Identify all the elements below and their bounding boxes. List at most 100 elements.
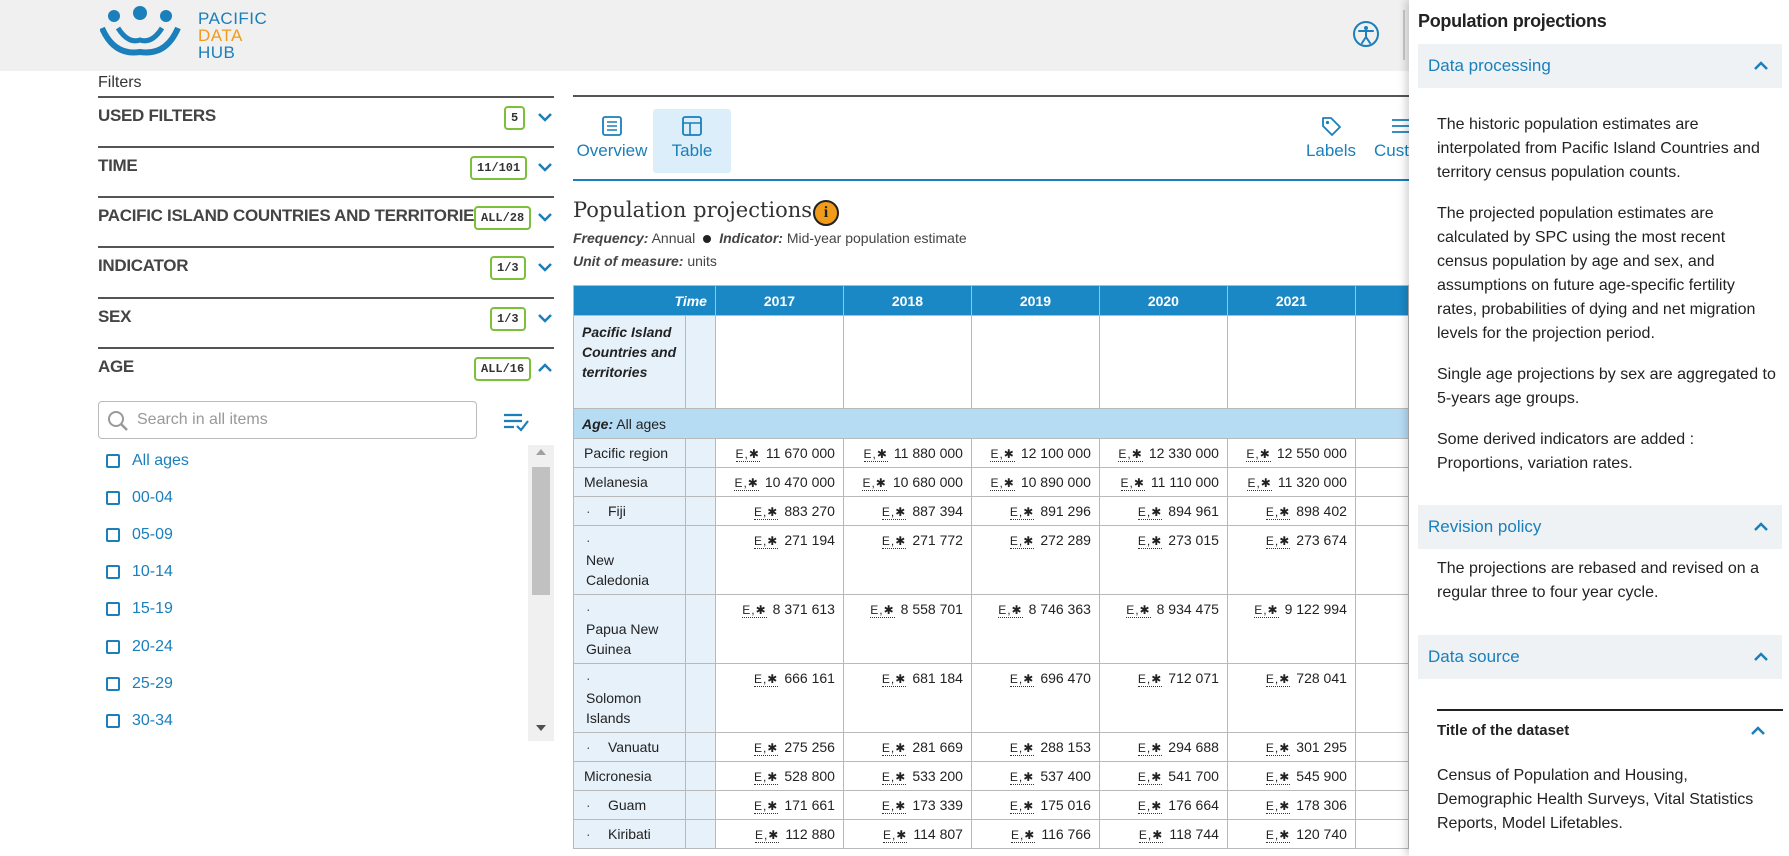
estimate-flag[interactable]: E,✱ [1137,770,1163,785]
age-list-scrollbar[interactable] [528,445,554,741]
estimate-flag[interactable]: E,✱ [881,770,907,785]
chevron-down-icon[interactable] [536,158,554,176]
estimate-flag[interactable]: E,✱ [1265,741,1291,756]
checkbox[interactable] [106,565,120,579]
age-item-20-24[interactable]: 20-24 [106,633,173,661]
estimate-flag[interactable]: E,✱ [1265,534,1291,549]
age-item-05-09[interactable]: 05-09 [106,521,173,549]
estimate-flag[interactable]: E,✱ [881,741,907,756]
estimate-flag[interactable]: E,✱ [881,672,907,687]
estimate-flag[interactable]: E,✱ [1246,447,1271,462]
filter-sex[interactable]: SEX 1/3 [98,297,554,347]
estimate-flag[interactable]: E,✱ [753,505,779,520]
section-data-processing[interactable]: Data processing [1418,44,1782,88]
select-all-icon[interactable] [502,411,530,433]
age-search-box[interactable] [98,401,477,439]
checkbox[interactable] [106,677,120,691]
estimate-flag[interactable]: E,✱ [862,476,887,491]
estimate-flag[interactable]: E,✱ [881,505,907,520]
estimate-flag[interactable]: E,✱ [1009,505,1035,520]
age-item-10-14[interactable]: 10-14 [106,558,173,586]
estimate-flag[interactable]: E,✱ [753,672,779,687]
chevron-down-icon[interactable] [536,208,554,226]
section-data-source[interactable]: Data source [1418,635,1782,679]
estimate-flag[interactable]: E,✱ [1009,799,1035,814]
estimate-flag[interactable]: E,✱ [1137,799,1163,814]
estimate-flag[interactable]: E,✱ [753,534,779,549]
tab-customise[interactable]: Cust [1360,109,1410,173]
estimate-flag[interactable]: E,✱ [1138,828,1164,843]
estimate-flag[interactable]: E,✱ [734,476,759,491]
estimate-flag[interactable]: E,✱ [1137,534,1163,549]
estimate-flag[interactable]: E,✱ [1126,603,1151,618]
estimate-flag[interactable]: E,✱ [882,828,908,843]
estimate-flag[interactable]: E,✱ [870,603,895,618]
estimate-flag[interactable]: E,✱ [1010,828,1036,843]
tab-labels[interactable]: Labels [1292,109,1370,173]
estimate-flag[interactable]: E,✱ [990,447,1015,462]
age-item-25-29[interactable]: 25-29 [106,670,173,698]
estimate-flag[interactable]: E,✱ [1265,799,1291,814]
estimate-flag[interactable]: E,✱ [990,476,1015,491]
year-header[interactable]: 2019 [970,285,1100,316]
estimate-flag[interactable]: E,✱ [735,447,760,462]
estimate-flag[interactable]: E,✱ [1265,505,1291,520]
estimate-flag[interactable]: E,✱ [1137,672,1163,687]
estimate-flag[interactable]: E,✱ [1265,828,1291,843]
estimate-flag[interactable]: E,✱ [1009,741,1035,756]
estimate-flag[interactable]: E,✱ [1120,476,1145,491]
estimate-flag[interactable]: E,✱ [1118,447,1143,462]
scroll-up-arrow-icon[interactable] [536,449,546,455]
age-item-00-04[interactable]: 00-04 [106,484,173,512]
checkbox[interactable] [106,714,120,728]
estimate-flag[interactable]: E,✱ [1247,476,1272,491]
subsection-title-of-dataset[interactable]: Title of the dataset [1437,709,1783,749]
chevron-up-icon[interactable] [1749,722,1767,740]
estimate-flag[interactable]: E,✱ [863,447,888,462]
estimate-flag[interactable]: E,✱ [1137,741,1163,756]
checkbox[interactable] [106,602,120,616]
estimate-flag[interactable]: E,✱ [1009,534,1035,549]
estimate-flag[interactable]: E,✱ [1009,672,1035,687]
filter-age[interactable]: AGE ALL/16 [98,347,554,397]
estimate-flag[interactable]: E,✱ [881,534,907,549]
age-item-15-19[interactable]: 15-19 [106,595,173,623]
age-item-30-34[interactable]: 30-34 [106,707,173,735]
estimate-flag[interactable]: E,✱ [1265,770,1291,785]
estimate-flag[interactable]: E,✱ [753,799,779,814]
chevron-up-icon[interactable] [536,359,554,377]
estimate-flag[interactable]: E,✱ [753,741,779,756]
checkbox[interactable] [106,454,120,468]
age-item-all-ages[interactable]: All ages [106,447,189,475]
accessibility-icon[interactable] [1352,20,1380,48]
chevron-down-icon[interactable] [536,108,554,126]
tab-overview[interactable]: Overview [573,109,651,173]
filter-indicator[interactable]: INDICATOR 1/3 [98,246,554,296]
chevron-up-icon[interactable] [1752,518,1770,536]
estimate-flag[interactable]: E,✱ [754,828,780,843]
chevron-down-icon[interactable] [536,258,554,276]
filter-countries-territories[interactable]: PACIFIC ISLAND COUNTRIES AND TERRITORIES… [98,196,554,246]
tab-table[interactable]: Table [653,109,731,173]
estimate-flag[interactable]: E,✱ [1137,505,1163,520]
year-header[interactable]: 2017 [714,285,844,316]
age-search-input[interactable] [137,408,467,432]
estimate-flag[interactable]: E,✱ [753,770,779,785]
scrollbar-thumb[interactable] [532,467,550,595]
chevron-up-icon[interactable] [1752,648,1770,666]
chevron-up-icon[interactable] [1752,57,1770,75]
pacific-data-hub-logo[interactable]: PACIFIC DATA HUB [99,6,267,62]
year-header[interactable]: 2018 [842,285,972,316]
estimate-flag[interactable]: E,✱ [881,799,907,814]
year-header[interactable]: 2020 [1098,285,1228,316]
chevron-down-icon[interactable] [536,309,554,327]
checkbox[interactable] [106,528,120,542]
section-revision-policy[interactable]: Revision policy [1418,505,1782,549]
estimate-flag[interactable]: E,✱ [1265,672,1291,687]
filter-time[interactable]: TIME 11/101 [98,146,554,196]
estimate-flag[interactable]: E,✱ [1009,770,1035,785]
estimate-flag[interactable]: E,✱ [1254,603,1279,618]
estimate-flag[interactable]: E,✱ [742,603,767,618]
checkbox[interactable] [106,491,120,505]
info-icon[interactable]: i [813,200,839,226]
